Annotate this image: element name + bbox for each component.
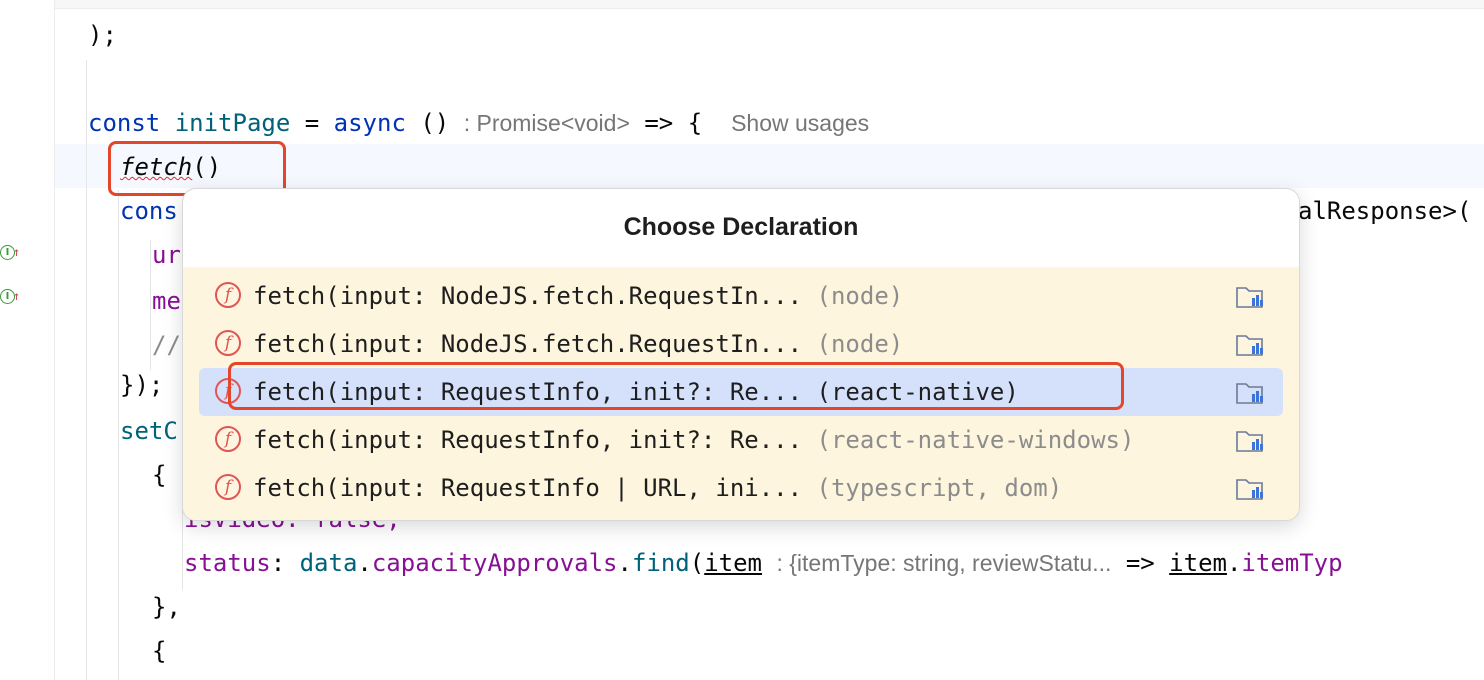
popup-title: Choose Declaration — [623, 213, 859, 241]
editor-top-edge — [0, 0, 1484, 9]
function-icon: f — [215, 474, 241, 500]
code-line-initpage[interactable]: const initPage = async () : Promise<void… — [88, 100, 869, 146]
library-folder-icon — [1236, 335, 1263, 356]
editor-gutter: I ↑ I ↑ — [0, 0, 55, 680]
code-line[interactable]: { — [152, 628, 166, 674]
function-icon: f — [215, 330, 241, 356]
show-usages-link[interactable]: Show usages — [731, 110, 869, 136]
indent-guide — [118, 190, 119, 680]
library-folder-icon — [1236, 479, 1263, 500]
declaration-item-react-native-windows[interactable]: f fetch(input: RequestInfo, init?: Re...… — [199, 416, 1283, 464]
code-line[interactable]: me — [152, 278, 181, 324]
code-line[interactable]: { — [152, 452, 166, 498]
declaration-item-typescript-dom[interactable]: f fetch(input: RequestInfo | URL, ini...… — [199, 464, 1283, 512]
code-line[interactable]: ); — [88, 12, 117, 58]
code-line-status[interactable]: status: data.capacityApprovals.find(item… — [184, 540, 1343, 586]
library-folder-icon — [1236, 383, 1263, 404]
code-line[interactable]: ur — [152, 232, 181, 278]
return-type-hint: : Promise<void> — [463, 110, 630, 136]
declaration-item-node-1[interactable]: f fetch(input: NodeJS.fetch.RequestIn...… — [199, 272, 1283, 320]
implements-gutter-icon[interactable]: I ↑ — [0, 241, 26, 263]
code-line[interactable]: }); — [120, 362, 163, 408]
function-icon: f — [215, 426, 241, 452]
code-line[interactable]: }, — [152, 584, 181, 630]
library-folder-icon — [1236, 287, 1263, 308]
function-icon: f — [215, 282, 241, 308]
implements-gutter-icon[interactable]: I ↑ — [0, 285, 26, 307]
library-folder-icon — [1236, 431, 1263, 452]
declaration-item-node-2[interactable]: f fetch(input: NodeJS.fetch.RequestIn...… — [199, 320, 1283, 368]
choose-declaration-popup[interactable]: Choose Declaration f fetch(input: NodeJS… — [182, 188, 1300, 521]
code-line-fragment: alResponse>( — [1298, 197, 1472, 225]
code-line[interactable]: setC — [120, 408, 178, 454]
react-native-highlight-box — [228, 362, 1124, 410]
indent-guide — [150, 240, 151, 370]
param-type-hint: : {itemType: string, reviewStatu... — [776, 550, 1112, 576]
indent-guide — [86, 60, 87, 680]
